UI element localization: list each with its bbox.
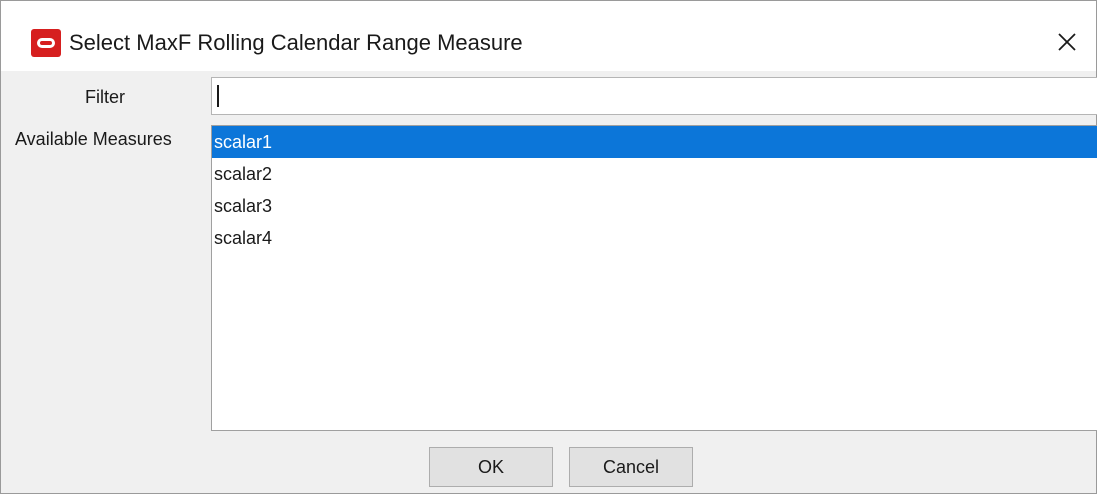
filter-input[interactable]	[211, 77, 1097, 115]
cancel-button[interactable]: Cancel	[569, 447, 693, 487]
measures-list[interactable]: scalar1 scalar2 scalar3 scalar4	[211, 125, 1097, 431]
list-item-scalar1[interactable]: scalar1	[212, 126, 1097, 158]
ok-button[interactable]: OK	[429, 447, 553, 487]
list-item-scalar2[interactable]: scalar2	[212, 158, 1097, 190]
close-button[interactable]	[1052, 27, 1082, 57]
available-measures-label: Available Measures	[15, 129, 172, 149]
dialog-title: Select MaxF Rolling Calendar Range Measu…	[69, 30, 523, 55]
filter-label: Filter	[85, 87, 125, 107]
title-bar: Select MaxF Rolling Calendar Range Measu…	[1, 1, 1096, 79]
oracle-logo-icon	[31, 29, 61, 57]
close-icon	[1058, 33, 1076, 51]
text-caret	[217, 85, 219, 107]
dialog-window: Select MaxF Rolling Calendar Range Measu…	[0, 0, 1097, 494]
dialog-content: Filter Available Measures scalar1 scalar…	[1, 71, 1097, 493]
list-item-scalar4[interactable]: scalar4	[212, 222, 1097, 254]
list-item-scalar3[interactable]: scalar3	[212, 190, 1097, 222]
